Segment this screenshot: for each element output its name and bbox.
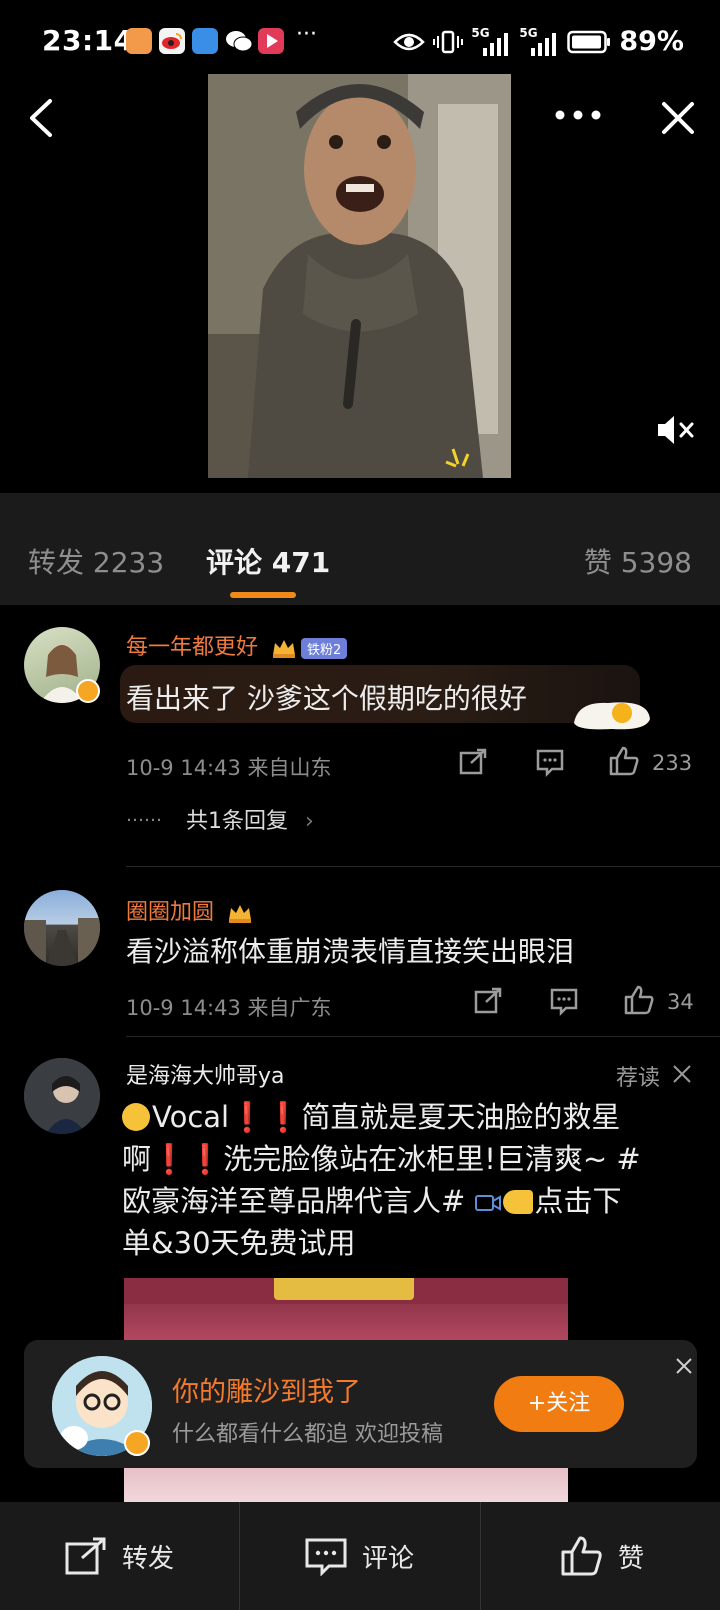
thumbs-up-icon[interactable] xyxy=(608,745,640,777)
vibrate-icon xyxy=(433,30,464,53)
more-notifications: ··· xyxy=(296,22,317,47)
comment-text: 看出来了 沙爹这个假期吃的很好 xyxy=(126,682,527,715)
reply-ellipsis: …… xyxy=(126,805,162,826)
wechat-icon xyxy=(225,28,253,54)
tab-likes[interactable]: 赞 5398 xyxy=(584,541,692,581)
popup-close-icon[interactable] xyxy=(674,1356,694,1376)
comment-meta: 10-9 14:43 来自广东 xyxy=(126,996,332,1020)
close-button[interactable] xyxy=(658,98,698,138)
chevron-right-icon: › xyxy=(305,809,314,834)
laughing-emoji-icon xyxy=(122,1103,150,1131)
recommended-tag: 荐读 xyxy=(616,1066,661,1091)
comment-text-line: 啊❗❗洗完脸像站在冰柜里!巨清爽~ # xyxy=(122,1142,641,1176)
bottom-action-bar: 转发 评论 赞 xyxy=(0,1502,720,1610)
video-app-icon xyxy=(258,28,284,54)
battery-icon xyxy=(567,30,611,53)
speaker-muted-icon xyxy=(658,416,694,444)
follow-suggestion-popup: 你的雕沙到我了 什么都看什么都追 欢迎投稿 +关注 xyxy=(24,1340,697,1468)
reader-app-icon xyxy=(192,28,218,54)
comment-label: 评论 xyxy=(362,1543,415,1574)
comment-icon xyxy=(305,1538,347,1576)
signal-2: 5G xyxy=(519,26,559,56)
battery-percent: 89% xyxy=(619,26,684,57)
comment-icon[interactable] xyxy=(549,986,579,1016)
video-frame xyxy=(208,74,511,478)
like-label: 赞 xyxy=(618,1543,645,1574)
comment-text-line: 单&30天免费试用 xyxy=(122,1226,356,1260)
repost-label: 转发 xyxy=(122,1543,175,1574)
more-dots-icon xyxy=(555,110,601,120)
image-caption-text-shape xyxy=(274,1278,414,1300)
crown-icon xyxy=(273,640,296,658)
comment-text-block: Vocal❗❗简直就是夏天油脸的救星 啊❗❗洗完脸像站在冰柜里!巨清爽~ # 欧… xyxy=(122,1096,712,1264)
signal-1: 5G xyxy=(471,26,511,56)
back-button[interactable] xyxy=(22,95,62,141)
fried-egg-icon xyxy=(574,702,650,730)
divider xyxy=(239,1502,240,1610)
comment-button[interactable]: 评论 xyxy=(304,1502,414,1610)
notification-icons xyxy=(126,28,284,54)
thumbs-up-icon[interactable] xyxy=(623,984,655,1016)
comment-username[interactable]: 圈圈加圆 xyxy=(126,894,253,926)
fan-badge: 铁粉2 xyxy=(301,637,348,659)
status-right: 5G 5G 89% xyxy=(393,26,684,57)
active-tab-indicator xyxy=(230,592,296,598)
comment-item: 圈圈加圆 看沙溢称体重崩溃表情直接笑出眼泪 10-9 14:43 来自广东 34 xyxy=(0,866,720,1036)
verified-badge-icon xyxy=(124,1430,150,1456)
comment-username[interactable]: 每一年都更好 铁粉2 xyxy=(126,629,348,661)
popup-title[interactable]: 你的雕沙到我了 xyxy=(172,1370,361,1409)
crown-icon xyxy=(229,905,252,923)
comment-icon[interactable] xyxy=(535,747,565,777)
thumbs-up-icon xyxy=(561,1536,602,1576)
video-link-icon[interactable] xyxy=(474,1193,501,1213)
avatar[interactable] xyxy=(24,1058,100,1134)
view-replies-link[interactable]: 共1条回复 › xyxy=(186,803,314,835)
weibo-icon xyxy=(159,28,185,54)
like-count: 34 xyxy=(667,990,694,1014)
repost-button[interactable]: 转发 xyxy=(64,1502,174,1610)
follow-button[interactable]: +关注 xyxy=(494,1376,624,1432)
dismiss-icon[interactable] xyxy=(672,1064,692,1084)
like-button[interactable]: 赞 xyxy=(560,1502,644,1610)
video-player[interactable] xyxy=(208,74,511,478)
status-time: 23:14 xyxy=(42,24,134,57)
comment-tabs: 转发 2233 评论 471 赞 5398 xyxy=(0,493,720,605)
signal-icon xyxy=(531,32,557,56)
comment-username[interactable]: 是海海大帅哥ya xyxy=(126,1058,285,1090)
verified-badge-icon xyxy=(76,679,100,703)
like-count: 233 xyxy=(652,751,693,775)
close-icon xyxy=(662,102,694,134)
popup-subtitle: 什么都看什么都追 欢迎投稿 xyxy=(172,1422,443,1447)
pointing-hand-icon xyxy=(502,1190,533,1214)
divider xyxy=(480,1502,481,1610)
comment-text: 看沙溢称体重崩溃表情直接笑出眼泪 xyxy=(126,935,575,968)
repost-icon[interactable] xyxy=(458,747,488,777)
more-options-button[interactable] xyxy=(552,100,604,130)
comment-text-line: 欧豪海洋至尊品牌代言人# 点击下 xyxy=(122,1184,622,1218)
comment-meta: 10-9 14:43 来自山东 xyxy=(126,756,332,780)
app-notification-icon xyxy=(126,28,152,54)
repost-icon[interactable] xyxy=(473,986,503,1016)
comment-item: 每一年都更好 铁粉2 看出来了 沙爹这个假期吃的很好 10-9 14:43 来自… xyxy=(0,605,720,865)
avatar[interactable] xyxy=(24,890,100,966)
eye-icon xyxy=(393,33,426,50)
tab-repost[interactable]: 转发 2233 xyxy=(28,541,164,581)
chevron-left-icon xyxy=(30,99,52,137)
signal-icon xyxy=(483,32,509,56)
mute-button[interactable] xyxy=(656,412,696,448)
comment-text-line: Vocal❗❗简直就是夏天油脸的救星 xyxy=(122,1096,712,1138)
repost-icon xyxy=(65,1537,106,1575)
status-bar: 23:14 ··· 5G 5G 89% xyxy=(0,0,720,80)
